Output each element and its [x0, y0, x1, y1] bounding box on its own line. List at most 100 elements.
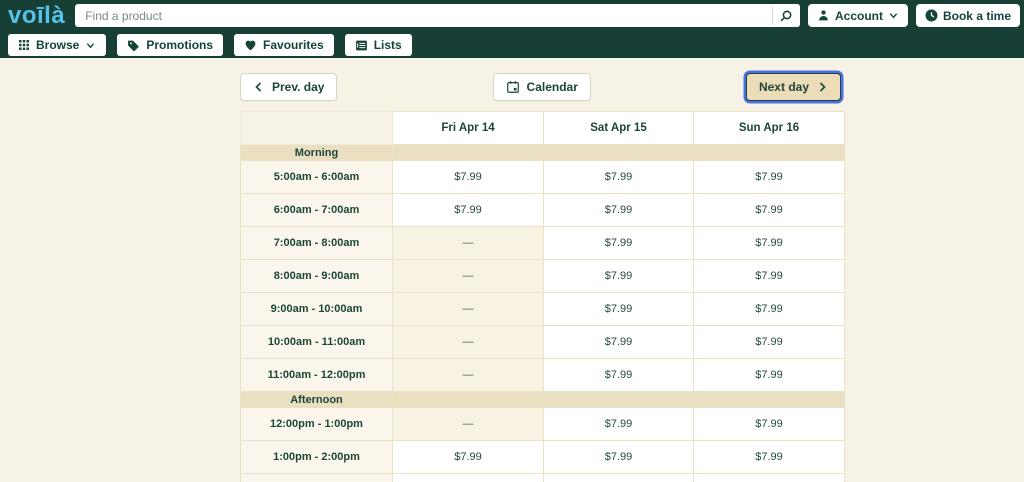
schedule-table: Fri Apr 14 Sat Apr 15 Sun Apr 16 Morning 5:…	[240, 111, 845, 482]
unavailable-slot-cell: —	[392, 325, 544, 359]
grid-icon	[18, 39, 30, 51]
next-day-label: Next day	[758, 80, 809, 94]
price-slot-cell	[543, 473, 694, 482]
price-slot-cell[interactable]: $7.99	[392, 193, 544, 227]
price-slot-cell[interactable]: $7.99	[543, 226, 694, 260]
section-row: Afternoon	[240, 391, 845, 408]
price-slot-cell[interactable]: $7.99	[693, 440, 845, 474]
product-search	[75, 4, 800, 27]
time-slot-row: 7:00am - 8:00am — $7.99 $7.99	[240, 226, 845, 260]
promotions-button[interactable]: Promotions	[117, 34, 224, 56]
time-label-cell: 6:00am - 7:00am	[240, 193, 393, 227]
price-slot-cell	[392, 473, 544, 482]
price-slot-cell[interactable]: $7.99	[543, 193, 694, 227]
day-header-cell: Fri Apr 14	[392, 111, 544, 145]
time-slot-row: 9:00am - 10:00am — $7.99 $7.99	[240, 292, 845, 326]
next-day-button[interactable]: Next day	[745, 73, 841, 101]
account-button[interactable]: Account	[807, 4, 908, 27]
price-slot-cell[interactable]: $7.99	[693, 160, 845, 194]
favourites-label: Favourites	[263, 38, 324, 52]
time-slot-row: 8:00am - 9:00am — $7.99 $7.99	[240, 259, 845, 293]
day-header-row: Fri Apr 14 Sat Apr 15 Sun Apr 16	[240, 111, 845, 145]
section-label-cell: Afternoon	[240, 391, 393, 408]
time-label-cell: 11:00am - 12:00pm	[240, 358, 393, 392]
price-slot-cell[interactable]: $7.99	[693, 358, 845, 392]
search-input[interactable]	[75, 4, 772, 27]
unavailable-slot-cell: —	[392, 358, 544, 392]
price-slot-cell[interactable]: $7.99	[543, 325, 694, 359]
unavailable-slot-cell: —	[392, 407, 544, 441]
app-header: voīlà Account	[0, 0, 1024, 58]
heart-icon	[244, 39, 257, 52]
price-slot-cell[interactable]: $7.99	[693, 292, 845, 326]
price-slot-cell[interactable]: $7.99	[543, 440, 694, 474]
time-slot-row: 5:00am - 6:00am $7.99 $7.99 $7.99	[240, 160, 845, 194]
price-slot-cell[interactable]: $7.99	[392, 160, 544, 194]
unavailable-slot-cell: —	[392, 292, 544, 326]
list-icon	[355, 39, 368, 52]
time-label-cell: 1:00pm - 2:00pm	[240, 440, 393, 474]
browse-button[interactable]: Browse	[8, 34, 107, 56]
corner-cell	[240, 111, 393, 145]
section-filler-cell	[392, 144, 845, 161]
person-icon	[817, 9, 830, 22]
clock-icon	[925, 9, 938, 22]
chevron-right-icon	[816, 81, 828, 93]
chevron-down-icon	[888, 10, 899, 21]
unavailable-slot-cell: —	[392, 259, 544, 293]
price-slot-cell[interactable]: $7.99	[543, 358, 694, 392]
timeslot-page: Prev. day Calendar Next day Fri Apr 14 S…	[240, 73, 845, 482]
voila-logo[interactable]: voīlà	[8, 3, 65, 28]
price-slot-cell[interactable]: $7.99	[543, 292, 694, 326]
lists-label: Lists	[373, 38, 402, 52]
calendar-icon	[506, 80, 520, 94]
price-slot-cell[interactable]: $7.99	[543, 407, 694, 441]
chevron-left-icon	[253, 81, 265, 93]
main-nav: Browse Promotions Favourites Lists	[8, 28, 1020, 56]
prev-day-label: Prev. day	[272, 80, 325, 94]
day-navigation: Prev. day Calendar Next day	[240, 73, 844, 101]
section-label-cell: Morning	[240, 144, 393, 161]
book-a-time-button[interactable]: Book a time	[915, 4, 1020, 27]
price-slot-cell[interactable]: $7.99	[693, 193, 845, 227]
calendar-button[interactable]: Calendar	[492, 73, 591, 101]
search-button[interactable]	[772, 4, 800, 27]
section-filler-cell	[392, 391, 845, 408]
lists-button[interactable]: Lists	[344, 34, 412, 56]
day-header-cell: Sat Apr 15	[543, 111, 694, 145]
prev-day-button[interactable]: Prev. day	[240, 73, 338, 101]
time-slot-row: 6:00am - 7:00am $7.99 $7.99 $7.99	[240, 193, 845, 227]
section-row: Morning	[240, 144, 845, 161]
time-slot-row: 1:00pm - 2:00pm $7.99 $7.99 $7.99	[240, 440, 845, 474]
chevron-down-icon	[85, 40, 96, 51]
time-label-cell	[240, 473, 393, 482]
time-label-cell: 7:00am - 8:00am	[240, 226, 393, 260]
browse-label: Browse	[36, 38, 80, 52]
time-label-cell: 9:00am - 10:00am	[240, 292, 393, 326]
price-slot-cell[interactable]: $7.99	[693, 407, 845, 441]
price-slot-cell[interactable]: $7.99	[693, 325, 845, 359]
time-slot-row: 10:00am - 11:00am — $7.99 $7.99	[240, 325, 845, 359]
price-slot-cell[interactable]: $7.99	[392, 440, 544, 474]
account-label: Account	[834, 8, 883, 23]
calendar-label: Calendar	[526, 80, 578, 94]
time-slot-row: 11:00am - 12:00pm — $7.99 $7.99	[240, 358, 845, 392]
price-slot-cell	[693, 473, 845, 482]
price-slot-cell[interactable]: $7.99	[693, 259, 845, 293]
unavailable-slot-cell: —	[392, 226, 544, 260]
time-label-cell: 5:00am - 6:00am	[240, 160, 393, 194]
time-label-cell: 12:00pm - 1:00pm	[240, 407, 393, 441]
favourites-button[interactable]: Favourites	[234, 34, 334, 56]
search-icon	[779, 9, 793, 23]
book-a-time-label: Book a time	[942, 8, 1011, 23]
price-slot-cell[interactable]: $7.99	[543, 160, 694, 194]
price-slot-cell[interactable]: $7.99	[693, 226, 845, 260]
price-slot-cell[interactable]: $7.99	[543, 259, 694, 293]
time-label-cell: 8:00am - 9:00am	[240, 259, 393, 293]
tag-icon	[127, 39, 140, 52]
partial-time-slot-row	[240, 473, 845, 482]
promotions-label: Promotions	[146, 38, 214, 52]
day-header-cell: Sun Apr 16	[693, 111, 845, 145]
time-label-cell: 10:00am - 11:00am	[240, 325, 393, 359]
time-slot-row: 12:00pm - 1:00pm — $7.99 $7.99	[240, 407, 845, 441]
